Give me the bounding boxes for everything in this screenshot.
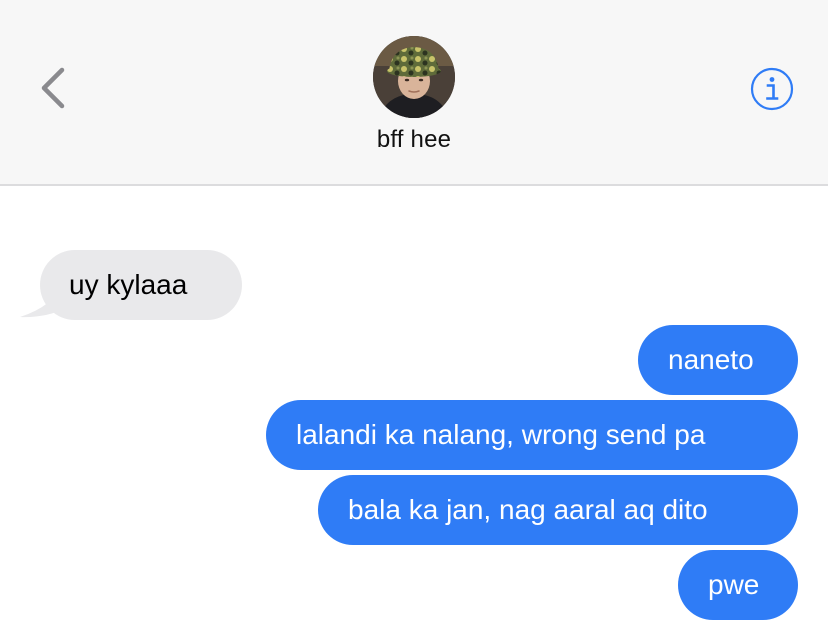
message-bubble-outgoing[interactable]: naneto <box>638 325 798 395</box>
message-bubble-outgoing[interactable]: lalandi ka nalang, wrong send pa <box>266 400 798 470</box>
info-button[interactable] <box>749 66 795 112</box>
back-button[interactable] <box>30 60 78 116</box>
message-bubble-incoming[interactable]: uy kylaaa <box>40 250 242 320</box>
avatar[interactable] <box>373 36 455 118</box>
conversation-screen: bff hee uy kylaaa naneto lalandi ka nala… <box>0 0 828 638</box>
chevron-left-icon <box>41 67 65 109</box>
message-bubble-outgoing[interactable]: pwe <box>678 550 798 620</box>
contact-name[interactable]: bff hee <box>0 126 828 154</box>
message-bubble-outgoing[interactable]: bala ka jan, nag aaral aq dito <box>318 475 798 545</box>
info-circle-icon <box>750 67 794 111</box>
conversation-header: bff hee <box>0 0 828 186</box>
avatar-photo <box>373 36 455 118</box>
